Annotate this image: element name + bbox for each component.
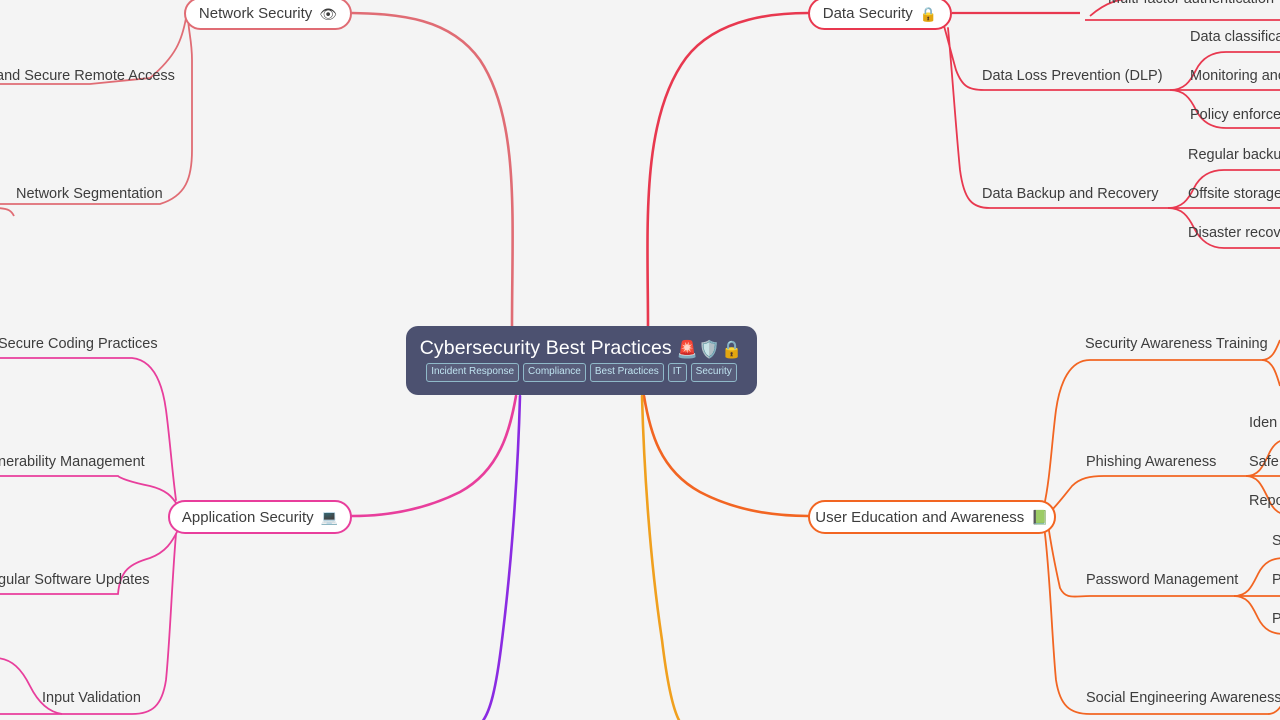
node-policy-enforcement[interactable]: Policy enforcer [1190,108,1280,123]
node-password-child-3[interactable]: P [1272,612,1280,627]
node-data-loss-prevention[interactable]: Data Loss Prevention (DLP) [982,69,1163,84]
edge-root-data-security [646,11,810,328]
node-data-backup-and-recovery[interactable]: Data Backup and Recovery [982,187,1159,202]
node-network-segmentation[interactable]: Network Segmentation [16,187,163,202]
node-user-education-label: User Education and Awareness 📗 [815,510,1048,525]
node-offsite-storage[interactable]: Offsite storage [1188,187,1280,202]
root-tag-list: Incident Response Compliance Best Practi… [426,362,737,382]
node-network-security-text: Network Security [198,5,313,22]
lock-icon: 🔒 [919,5,938,22]
node-user-education-and-awareness[interactable]: User Education and Awareness 📗 [808,500,1056,534]
node-user-education-text: User Education and Awareness [815,508,1025,526]
edge-network-segmentation [0,15,193,205]
node-secure-remote-access[interactable]: and Secure Remote Access [0,69,175,84]
node-secure-coding-practices[interactable]: Secure Coding Practices [0,337,158,352]
edge-security-awareness-training [1043,359,1263,507]
node-password-child-1[interactable]: S [1272,534,1280,549]
root-tag-security[interactable]: Security [690,362,737,382]
edge-root-user-education [642,394,810,518]
root-title: Cybersecurity Best Practices 🚨🛡️🔒 [420,339,744,359]
node-social-engineering-awareness[interactable]: Social Engineering Awareness [1086,691,1280,706]
eye-icon: 👁 [319,5,338,22]
node-multi-factor-authentication[interactable]: Multi-factor authentication [1108,0,1274,7]
node-reporting[interactable]: Repo [1249,494,1280,509]
node-identify-phishing[interactable]: Iden [1249,416,1277,431]
node-application-security-label: Application Security 💻 [182,510,338,525]
node-input-validation[interactable]: Input Validation [42,691,141,706]
edge-data-security-backup [947,27,1169,209]
root-emoji-group: 🚨🛡️🔒 [676,339,744,359]
edge-phishing-awareness [1049,475,1247,513]
node-data-security-label: Data Security 🔒 [823,6,937,21]
node-password-management[interactable]: Password Management [1086,573,1238,588]
edge-network-hook [0,207,15,217]
edge-vulnerability-management [0,475,179,507]
node-disaster-recovery[interactable]: Disaster recove [1188,226,1280,241]
node-vulnerability-management[interactable]: nerability Management [0,455,145,470]
root-tag-best-practices[interactable]: Best Practices [589,362,664,382]
node-application-security[interactable]: Application Security 💻 [168,500,352,534]
node-phishing-awareness[interactable]: Phishing Awareness [1086,455,1216,470]
node-regular-software-updates[interactable]: gular Software Updates [0,573,150,588]
node-data-security[interactable]: Data Security 🔒 [808,0,952,30]
edge-root-amber-branch [640,394,681,720]
node-network-security-label: Network Security 👁 [199,6,337,21]
mindmap-canvas: Cybersecurity Best Practices 🚨🛡️🔒 Incide… [0,0,1280,720]
root-title-text: Cybersecurity Best Practices [419,337,672,360]
root-node[interactable]: Cybersecurity Best Practices 🚨🛡️🔒 Incide… [406,326,757,395]
edge-sat-child-2 [1261,359,1280,387]
edge-secure-coding [0,357,177,501]
laptop-icon: 💻 [320,509,339,525]
node-data-security-text: Data Security [822,5,913,22]
edge-root-purple-branch [481,394,522,720]
node-regular-backups[interactable]: Regular backup [1188,148,1280,163]
node-network-security[interactable]: Network Security 👁 [184,0,352,30]
edge-input-validation [0,533,177,715]
node-monitoring-and-detection[interactable]: Monitoring anc [1190,69,1280,84]
root-tag-incident-response[interactable]: Incident Response [426,362,520,382]
node-security-awareness-training[interactable]: Security Awareness Training [1085,337,1268,352]
green-book-icon: 📗 [1031,509,1049,525]
node-password-child-2[interactable]: P [1272,573,1280,588]
edge-social-engineering-awareness [1043,525,1269,715]
root-tag-it[interactable]: IT [667,362,687,382]
node-application-security-text: Application Security [181,508,314,526]
node-data-classification[interactable]: Data classificat [1190,30,1280,45]
node-safe-browsing[interactable]: Safe [1249,455,1279,470]
root-tag-compliance[interactable]: Compliance [523,362,586,382]
edge-root-network-security [350,11,514,328]
edge-root-application-security [350,394,518,518]
